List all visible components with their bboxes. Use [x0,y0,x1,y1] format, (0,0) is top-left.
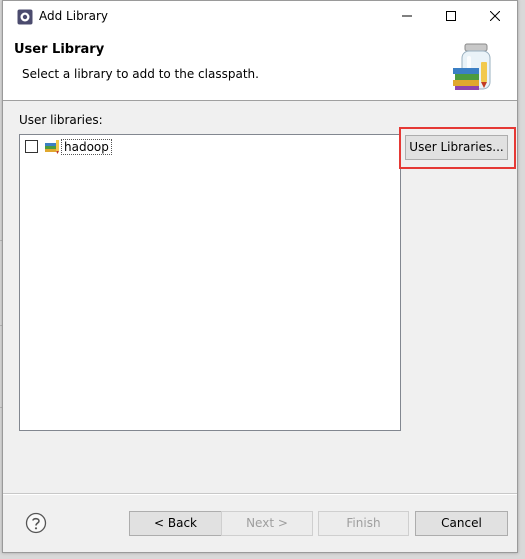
next-button[interactable]: Next > [221,511,313,536]
library-jars-icon [453,43,491,90]
title-bar[interactable]: Add Library [3,1,517,32]
close-button[interactable] [473,1,517,32]
user-libraries-list[interactable]: hadoop [19,134,401,431]
finish-button[interactable]: Finish [318,511,409,536]
page-description: Select a library to add to the classpath… [22,67,259,81]
page-title: User Library [14,42,105,57]
footer-separator [3,493,517,495]
user-libraries-button[interactable]: User Libraries... [405,135,508,160]
maximize-icon [446,11,456,21]
user-libraries-label: User libraries: [19,113,103,127]
hadoop-library-label: hadoop [61,139,112,155]
eclipse-icon [17,9,33,25]
maximize-button[interactable] [429,1,473,32]
minimize-icon [402,15,412,17]
library-icon [45,140,59,154]
cancel-button[interactable]: Cancel [415,511,508,536]
back-button[interactable]: < Back [129,511,222,536]
hadoop-checkbox[interactable] [25,140,38,153]
close-icon [490,11,500,21]
help-icon[interactable] [25,512,47,534]
wizard-header: User Library Select a library to add to … [3,32,517,101]
window-title: Add Library [39,9,109,23]
add-library-dialog: Add Library User Library Select a librar… [2,0,518,553]
minimize-button[interactable] [385,1,429,32]
